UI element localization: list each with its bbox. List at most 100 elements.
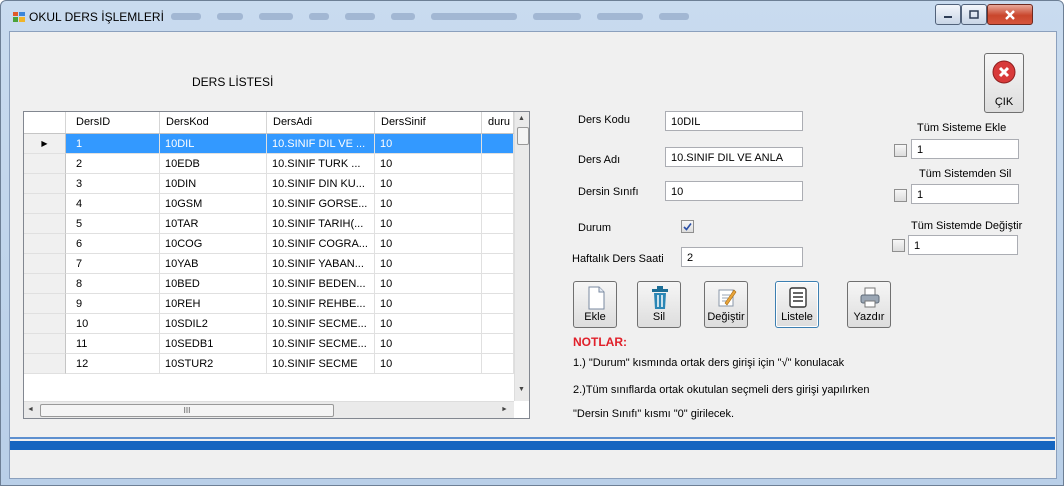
row-header[interactable] <box>24 354 66 374</box>
table-cell[interactable]: 10.SINIF BEDEN... <box>267 274 375 294</box>
column-header[interactable]: duru <box>482 112 514 133</box>
table-cell[interactable]: 10TAR <box>160 214 267 234</box>
row-header[interactable] <box>24 274 66 294</box>
table-cell[interactable]: 8 <box>66 274 160 294</box>
table-cell[interactable] <box>482 354 514 374</box>
table-cell[interactable] <box>482 294 514 314</box>
table-cell[interactable] <box>482 154 514 174</box>
table-row[interactable]: 8 10BED 10.SINIF BEDEN... 10 <box>24 274 514 294</box>
table-cell[interactable] <box>482 174 514 194</box>
table-cell[interactable]: 4 <box>66 194 160 214</box>
table-cell[interactable]: 10DIL <box>160 134 267 154</box>
table-row[interactable]: 2 10EDB 10.SINIF TURK ... 10 <box>24 154 514 174</box>
table-cell[interactable]: 10 <box>375 354 482 374</box>
column-header[interactable]: DersSinif <box>375 112 482 133</box>
table-cell[interactable]: 10DIN <box>160 174 267 194</box>
row-header[interactable] <box>24 194 66 214</box>
row-header[interactable] <box>24 294 66 314</box>
maximize-button[interactable] <box>961 4 987 25</box>
ders-kodu-input[interactable]: 10DIL <box>665 111 803 131</box>
table-row[interactable]: 5 10TAR 10.SINIF TARIH(... 10 <box>24 214 514 234</box>
degistir-button[interactable]: Değiştir <box>704 281 748 328</box>
scroll-thumb[interactable] <box>517 127 529 145</box>
table-cell[interactable] <box>482 334 514 354</box>
table-cell[interactable] <box>482 134 514 154</box>
table-cell[interactable]: 10YAB <box>160 254 267 274</box>
tum-sisteme-ekle-input[interactable]: 1 <box>911 139 1019 159</box>
scroll-left-icon[interactable]: ◄ <box>27 406 34 413</box>
table-cell[interactable] <box>482 314 514 334</box>
cik-button[interactable]: ÇIK <box>984 53 1024 113</box>
listele-button[interactable]: Listele <box>775 281 819 328</box>
table-cell[interactable]: 10GSM <box>160 194 267 214</box>
table-cell[interactable]: 2 <box>66 154 160 174</box>
table-row[interactable]: 3 10DIN 10.SINIF DIN KU... 10 <box>24 174 514 194</box>
table-cell[interactable]: 10 <box>375 154 482 174</box>
table-row[interactable]: 6 10COG 10.SINIF COGRA... 10 <box>24 234 514 254</box>
row-header[interactable] <box>24 154 66 174</box>
table-cell[interactable]: 10 <box>375 314 482 334</box>
table-cell[interactable]: 3 <box>66 174 160 194</box>
scroll-right-icon[interactable]: ► <box>501 406 508 413</box>
tum-sistemde-degistir-input[interactable]: 1 <box>908 235 1018 255</box>
table-cell[interactable] <box>482 254 514 274</box>
table-cell[interactable]: 10.SINIF SECME... <box>267 314 375 334</box>
durum-checkbox[interactable] <box>681 220 694 233</box>
hscroll-thumb[interactable]: III <box>40 404 334 417</box>
close-button[interactable] <box>987 4 1033 25</box>
table-cell[interactable]: 10COG <box>160 234 267 254</box>
table-cell[interactable]: 9 <box>66 294 160 314</box>
scroll-up-icon[interactable]: ▲ <box>518 115 525 122</box>
column-header[interactable]: DersID <box>66 112 160 133</box>
table-row[interactable]: 11 10SEDB1 10.SINIF SECME... 10 <box>24 334 514 354</box>
sil-button[interactable]: Sil <box>637 281 681 328</box>
tum-sisteme-ekle-checkbox[interactable] <box>894 144 907 157</box>
table-cell[interactable]: 10EDB <box>160 154 267 174</box>
table-cell[interactable]: 10 <box>375 174 482 194</box>
table-cell[interactable]: 6 <box>66 234 160 254</box>
table-cell[interactable]: 10 <box>375 234 482 254</box>
table-row[interactable]: 10 10SDIL2 10.SINIF SECME... 10 <box>24 314 514 334</box>
table-cell[interactable]: 10BED <box>160 274 267 294</box>
table-cell[interactable]: 10 <box>66 314 160 334</box>
table-cell[interactable]: 10 <box>375 274 482 294</box>
table-row[interactable]: 12 10STUR2 10.SINIF SECME 10 <box>24 354 514 374</box>
table-cell[interactable]: 7 <box>66 254 160 274</box>
row-header[interactable] <box>24 254 66 274</box>
table-cell[interactable]: 10 <box>375 254 482 274</box>
table-cell[interactable]: 10.SINIF COGRA... <box>267 234 375 254</box>
table-cell[interactable]: 10.SINIF YABAN... <box>267 254 375 274</box>
row-header[interactable] <box>24 314 66 334</box>
tum-sistemden-sil-checkbox[interactable] <box>894 189 907 202</box>
horizontal-scrollbar[interactable]: ◄ III ► <box>24 401 514 418</box>
table-cell[interactable]: 12 <box>66 354 160 374</box>
column-header[interactable]: DersKod <box>160 112 267 133</box>
row-header[interactable]: ▶ <box>24 134 66 154</box>
table-cell[interactable]: 10REH <box>160 294 267 314</box>
tum-sistemde-degistir-checkbox[interactable] <box>892 239 905 252</box>
title-bar[interactable]: OKUL DERS İŞLEMLERİ <box>1 1 1063 31</box>
table-cell[interactable]: 1 <box>66 134 160 154</box>
table-cell[interactable]: 5 <box>66 214 160 234</box>
table-row[interactable]: 9 10REH 10.SINIF REHBE... 10 <box>24 294 514 314</box>
row-header[interactable] <box>24 334 66 354</box>
table-cell[interactable]: 11 <box>66 334 160 354</box>
table-cell[interactable]: 10.SINIF TURK ... <box>267 154 375 174</box>
table-row[interactable]: ▶ 1 10DIL 10.SINIF DIL VE ... 10 <box>24 134 514 154</box>
table-row[interactable]: 7 10YAB 10.SINIF YABAN... 10 <box>24 254 514 274</box>
ders-adi-input[interactable]: 10.SINIF DIL VE ANLA <box>665 147 803 167</box>
yazdir-button[interactable]: Yazdır <box>847 281 891 328</box>
table-cell[interactable] <box>482 274 514 294</box>
tum-sistemden-sil-input[interactable]: 1 <box>911 184 1019 204</box>
dersin-sinifi-input[interactable]: 10 <box>665 181 803 201</box>
table-cell[interactable]: 10 <box>375 334 482 354</box>
column-header[interactable]: DersAdi <box>267 112 375 133</box>
table-cell[interactable]: 10.SINIF REHBE... <box>267 294 375 314</box>
table-row[interactable]: 4 10GSM 10.SINIF GORSE... 10 <box>24 194 514 214</box>
table-cell[interactable]: 10 <box>375 214 482 234</box>
table-cell[interactable]: 10 <box>375 134 482 154</box>
table-cell[interactable]: 10.SINIF DIN KU... <box>267 174 375 194</box>
ekle-button[interactable]: Ekle <box>573 281 617 328</box>
table-cell[interactable]: 10.SINIF DIL VE ... <box>267 134 375 154</box>
table-cell[interactable]: 10 <box>375 194 482 214</box>
